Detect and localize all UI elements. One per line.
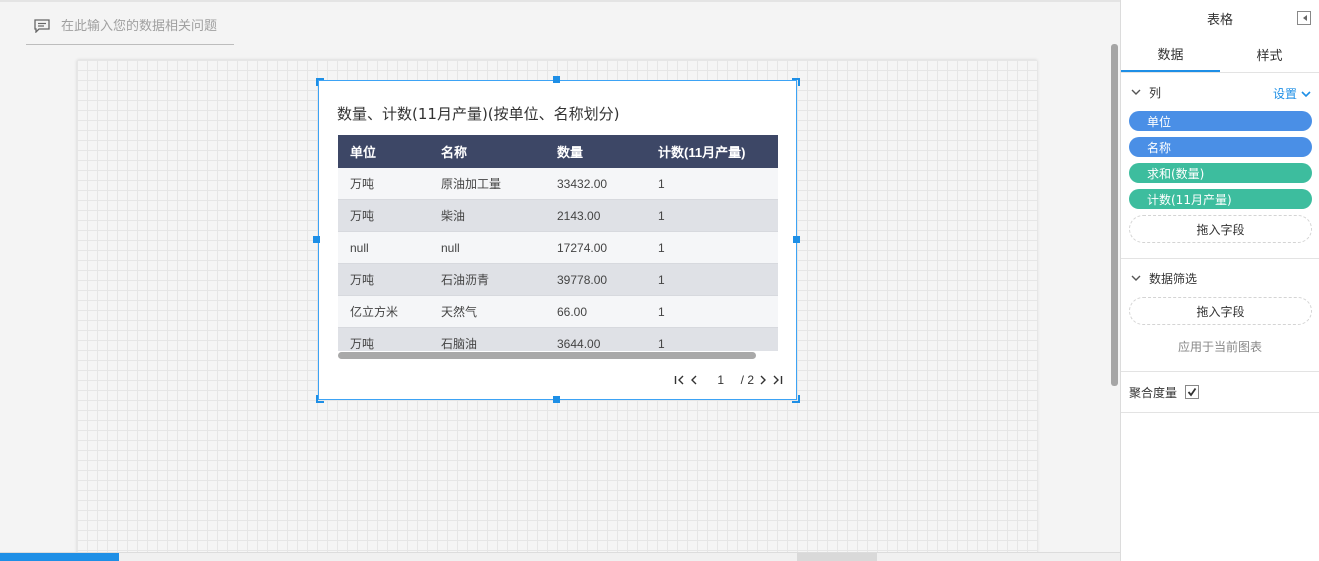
chevron-down-icon	[1131, 89, 1141, 95]
resize-corner-bottom-right[interactable]	[792, 395, 800, 403]
next-page-icon[interactable]	[756, 372, 770, 388]
widget-title: 数量、计数(11月产量)(按单位、名称划分)	[337, 105, 620, 123]
resize-handle-left[interactable]	[313, 236, 320, 243]
aggregate-measure-checkbox[interactable]	[1185, 385, 1200, 399]
active-page-tab[interactable]	[0, 553, 119, 561]
filter-section-label: 数据筛选	[1149, 271, 1198, 286]
resize-handle-right[interactable]	[793, 236, 800, 243]
total-pages: / 2	[740, 373, 754, 387]
column-header[interactable]: 名称	[429, 142, 545, 161]
resize-handle-bottom[interactable]	[553, 396, 560, 403]
panel-title: 表格	[1121, 0, 1319, 36]
table-cell: 1	[658, 304, 665, 319]
resize-corner-top-right[interactable]	[792, 78, 800, 86]
resize-handle-top[interactable]	[553, 76, 560, 83]
chevron-down-icon	[1301, 90, 1311, 97]
panel-title-text: 表格	[1206, 12, 1233, 28]
table-row[interactable]: 万吨 石脑油 3644.00 1	[338, 328, 778, 351]
settings-label: 设置	[1272, 87, 1297, 101]
table-cell: 1	[658, 272, 665, 287]
tab-style[interactable]: 样式	[1220, 36, 1319, 72]
table-cell: 1	[658, 336, 665, 351]
table-cell: 66.00	[557, 304, 588, 319]
table-row[interactable]: 万吨 石油沥青 39778.00 1	[338, 264, 778, 296]
field-pill-sum-quantity[interactable]: 求和(数量)	[1129, 163, 1312, 183]
table-cell: 39778.00	[557, 272, 608, 287]
bottom-tab-bar	[0, 552, 1120, 561]
field-pill-unit[interactable]: 单位	[1129, 111, 1312, 131]
table-cell: 万吨	[350, 337, 375, 351]
pagination: 1 / 2	[673, 371, 784, 389]
chevron-down-icon	[1131, 275, 1141, 281]
prev-page-icon[interactable]	[687, 372, 701, 388]
table-row[interactable]: 万吨 原油加工量 33432.00 1	[338, 168, 778, 200]
column-header[interactable]: 数量	[545, 142, 646, 161]
table-header: 单位 名称 数量 计数(11月产量)	[338, 135, 778, 168]
table-cell: 原油加工量	[441, 177, 502, 191]
comment-icon	[34, 19, 50, 33]
table-cell: 亿立方米	[350, 305, 399, 319]
current-page[interactable]: 1	[701, 373, 741, 387]
table-row[interactable]: 万吨 柴油 2143.00 1	[338, 200, 778, 232]
column-header[interactable]: 计数(11月产量)	[646, 142, 778, 161]
table-cell: 万吨	[350, 273, 375, 287]
bottom-bar-segment[interactable]	[797, 553, 877, 561]
field-pill-name[interactable]: 名称	[1129, 137, 1312, 157]
page-vertical-scrollbar[interactable]	[1111, 44, 1118, 386]
data-table: 单位 名称 数量 计数(11月产量) 万吨 原油加工量 33432.00 1 万…	[338, 135, 778, 351]
table-cell: 17274.00	[557, 240, 608, 255]
column-header[interactable]: 单位	[338, 142, 429, 161]
settings-dropdown[interactable]: 设置	[1273, 85, 1311, 102]
columns-drop-zone[interactable]: 拖入字段	[1129, 215, 1312, 243]
table-widget[interactable]: 数量、计数(11月产量)(按单位、名称划分) 单位 名称 数量 计数(11月产量…	[318, 80, 797, 400]
table-cell: 1	[658, 176, 665, 191]
filter-section-header[interactable]: 数据筛选	[1121, 259, 1319, 297]
field-pill-count-production[interactable]: 计数(11月产量)	[1129, 189, 1312, 209]
divider	[1121, 412, 1319, 413]
table-cell: null	[350, 240, 369, 255]
table-cell: 2143.00	[557, 208, 601, 223]
table-cell: 柴油	[441, 209, 466, 223]
table-cell: 1	[658, 240, 665, 255]
aggregate-measure-label: 聚合度量	[1129, 385, 1178, 400]
apply-to-chart-text[interactable]: 应用于当前图表	[1121, 338, 1319, 355]
collapse-panel-icon[interactable]	[1297, 11, 1311, 25]
tab-data[interactable]: 数据	[1121, 36, 1220, 72]
filter-drop-zone[interactable]: 拖入字段	[1129, 297, 1312, 325]
columns-section-header[interactable]: 列 设置	[1121, 73, 1319, 111]
question-bar[interactable]	[26, 8, 234, 45]
table-cell: 1	[658, 208, 665, 223]
table-horizontal-scrollbar[interactable]	[338, 352, 756, 359]
table-cell: 石油沥青	[441, 273, 490, 287]
table-cell: 33432.00	[557, 176, 608, 191]
top-border	[0, 0, 1120, 2]
last-page-icon[interactable]	[770, 372, 784, 388]
table-cell: null	[441, 240, 460, 255]
aggregate-measure-row: 聚合度量	[1121, 372, 1319, 412]
panel-tabs: 数据 样式	[1121, 36, 1319, 73]
properties-panel: 表格 数据 样式 列 设置 单位 名称 求和(数量) 计数(11月产量) 拖入字…	[1120, 0, 1319, 561]
table-cell: 天然气	[441, 305, 478, 319]
table-cell: 石脑油	[441, 337, 478, 351]
resize-corner-bottom-left[interactable]	[316, 395, 324, 403]
first-page-icon[interactable]	[673, 372, 687, 388]
table-row[interactable]: null null 17274.00 1	[338, 232, 778, 264]
question-input[interactable]	[61, 18, 234, 34]
table-cell: 万吨	[350, 209, 375, 223]
table-cell: 万吨	[350, 177, 375, 191]
checkmark-icon	[1187, 387, 1197, 397]
columns-section-label: 列	[1149, 85, 1162, 100]
resize-corner-top-left[interactable]	[316, 78, 324, 86]
table-row[interactable]: 亿立方米 天然气 66.00 1	[338, 296, 778, 328]
table-cell: 3644.00	[557, 336, 601, 351]
